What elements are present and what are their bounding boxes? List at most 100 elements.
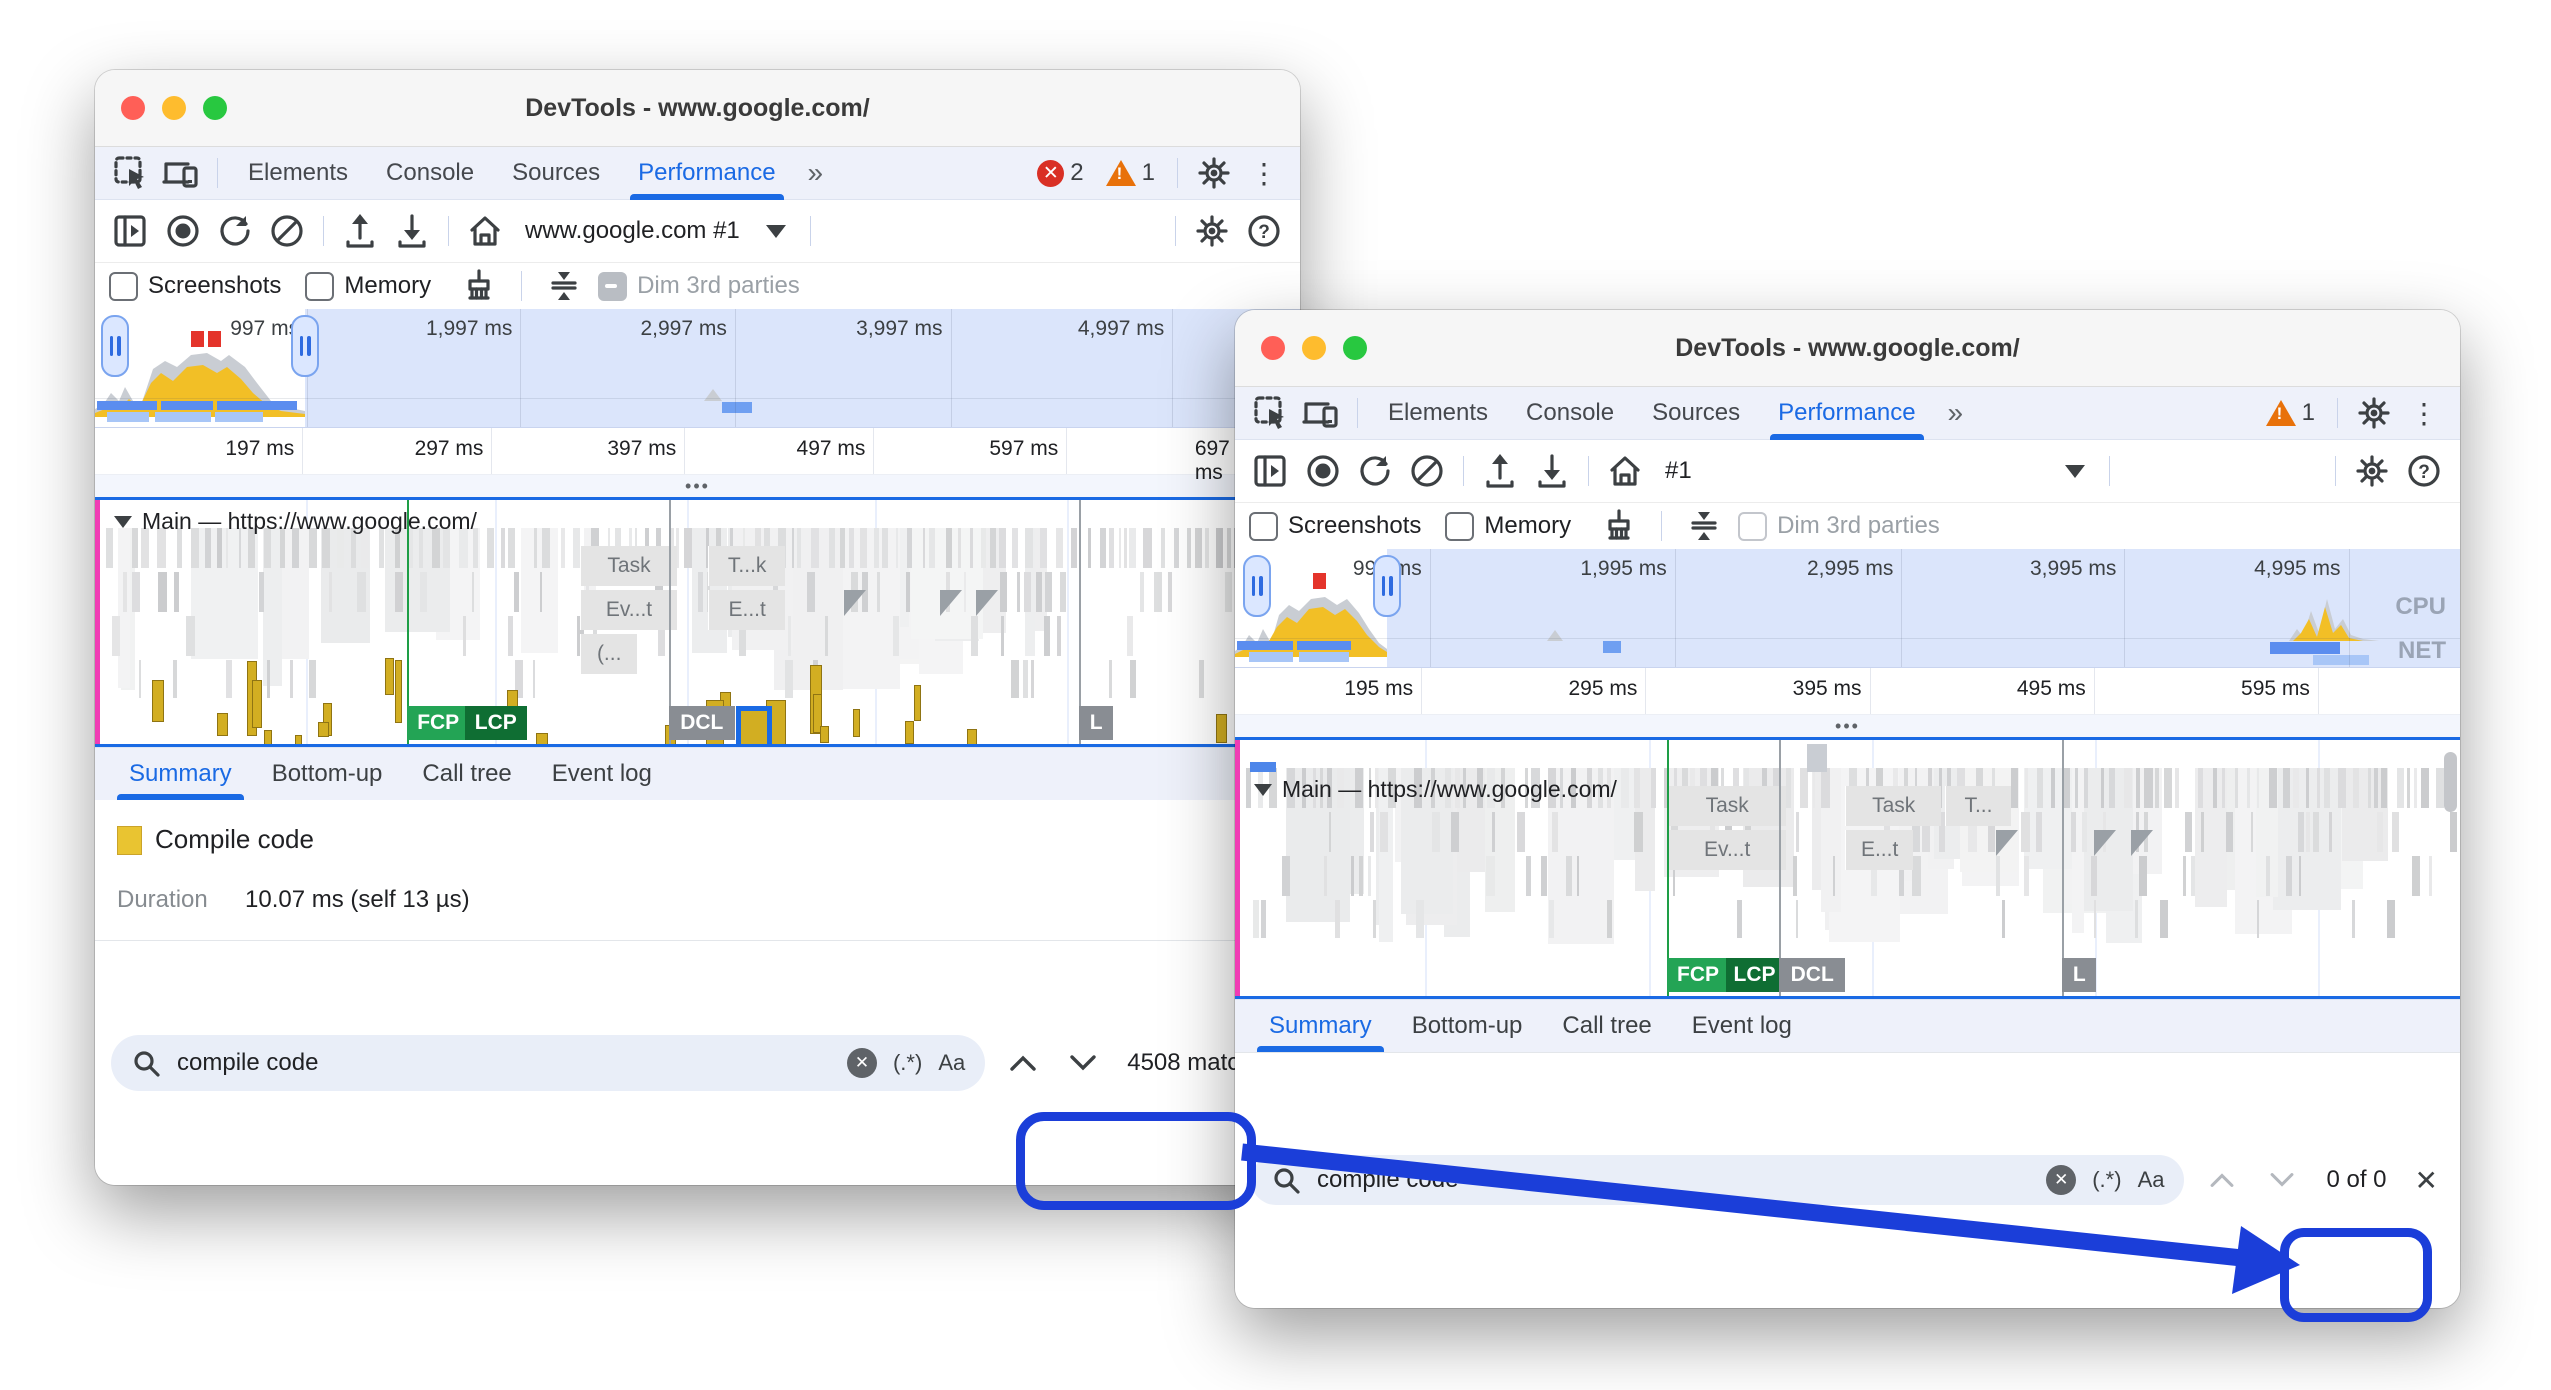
tab-summary[interactable]: Summary	[1253, 1000, 1388, 1052]
close-search-icon[interactable]: ✕	[2409, 1164, 2444, 1197]
match-case-toggle[interactable]: Aa	[2138, 1167, 2165, 1193]
lcp-marker-badge[interactable]: LCP	[465, 706, 527, 740]
zoom-window-button[interactable]	[1343, 336, 1367, 360]
dcl-marker-badge[interactable]: DCL	[669, 706, 735, 740]
tab-sources[interactable]: Sources	[496, 147, 616, 199]
reload-icon[interactable]	[1351, 449, 1399, 493]
flame-task-block[interactable]: Ev...t	[580, 590, 677, 630]
l-marker-badge[interactable]: L	[2062, 958, 2096, 992]
screenshots-checkbox[interactable]	[109, 272, 138, 301]
flame-task-block[interactable]: Ev...t	[1667, 830, 1786, 870]
memory-checkbox[interactable]	[305, 272, 334, 301]
close-window-button[interactable]	[121, 96, 145, 120]
timeline-overview[interactable]: CPU NET 995 ms1,995 ms2,995 ms3,995 ms4,…	[1235, 549, 2460, 668]
device-toolbar-icon[interactable]	[159, 153, 203, 193]
minimize-window-button[interactable]	[162, 96, 186, 120]
time-ruler[interactable]: 195 ms295 ms395 ms495 ms595 ms	[1235, 668, 2460, 715]
dim-3rd-parties-checkbox[interactable]	[598, 272, 627, 301]
timeline-overview[interactable]: 997 ms1,997 ms2,997 ms3,997 ms4,997 ms	[95, 309, 1300, 428]
capture-settings-gear-icon[interactable]	[1188, 209, 1236, 253]
match-case-toggle[interactable]: Aa	[938, 1050, 965, 1076]
lcp-marker-badge[interactable]: LCP	[1726, 958, 1784, 992]
warning-badge[interactable]: ! 1	[1106, 159, 1155, 187]
help-icon[interactable]: ?	[1240, 209, 1288, 253]
garbage-collect-icon[interactable]	[455, 264, 503, 308]
next-match-icon[interactable]	[1061, 1041, 1105, 1085]
zoom-window-button[interactable]	[203, 96, 227, 120]
more-options-icon[interactable]: ⋮	[2402, 397, 2446, 430]
tab-sources[interactable]: Sources	[1636, 387, 1756, 439]
track-resize-handle[interactable]: •••	[1235, 715, 2460, 737]
collapse-tracks-icon[interactable]	[1680, 504, 1728, 548]
selected-search-result-bar[interactable]	[736, 706, 772, 744]
flame-chart[interactable]: Main — https://www.google.com/ Task T...k…	[95, 500, 1300, 744]
l-marker-badge[interactable]: L	[1079, 706, 1113, 740]
overview-left-handle[interactable]	[1243, 555, 1271, 617]
tab-elements[interactable]: Elements	[1372, 387, 1504, 439]
flame-task-block[interactable]: T...	[1945, 786, 2011, 826]
memory-checkbox[interactable]	[1445, 512, 1474, 541]
flame-task-block[interactable]: E...t	[1845, 830, 1913, 870]
previous-match-icon[interactable]	[2200, 1158, 2244, 1202]
toggle-sidebar-icon[interactable]	[107, 209, 155, 253]
tab-call-tree[interactable]: Call tree	[406, 748, 527, 800]
clear-icon[interactable]	[1403, 449, 1451, 493]
search-input[interactable]: compile code ✕ (.*) Aa	[111, 1035, 985, 1091]
tab-bottom-up[interactable]: Bottom-up	[256, 748, 399, 800]
warning-badge[interactable]: ! 1	[2266, 399, 2315, 427]
fcp-marker-badge[interactable]: FCP	[1667, 958, 1729, 992]
more-options-icon[interactable]: ⋮	[1242, 157, 1286, 190]
minimize-window-button[interactable]	[1302, 336, 1326, 360]
previous-match-icon[interactable]	[1001, 1041, 1045, 1085]
settings-gear-icon[interactable]	[2352, 393, 2396, 433]
capture-settings-gear-icon[interactable]	[2348, 449, 2396, 493]
tab-call-tree[interactable]: Call tree	[1546, 1000, 1667, 1052]
settings-gear-icon[interactable]	[1192, 153, 1236, 193]
overview-right-handle[interactable]	[291, 315, 319, 377]
clear-icon[interactable]	[263, 209, 311, 253]
flame-chart[interactable]: Main — https://www.google.com/ TaskTaskT…	[1235, 740, 2460, 996]
vertical-scrollbar[interactable]	[2444, 752, 2457, 812]
tab-summary[interactable]: Summary	[113, 748, 248, 800]
tab-console[interactable]: Console	[370, 147, 490, 199]
home-icon[interactable]	[461, 209, 509, 253]
history-dropdown[interactable]: #1	[1653, 457, 2097, 485]
upload-profile-icon[interactable]	[1476, 449, 1524, 493]
screenshots-checkbox[interactable]	[1249, 512, 1278, 541]
download-profile-icon[interactable]	[388, 209, 436, 253]
tab-console[interactable]: Console	[1510, 387, 1630, 439]
record-icon[interactable]	[1299, 449, 1347, 493]
more-tabs-icon[interactable]: »	[1938, 397, 1974, 429]
title-bar[interactable]: DevTools - www.google.com/	[95, 70, 1300, 147]
inspect-element-icon[interactable]	[1249, 393, 1293, 433]
regex-toggle[interactable]: (.*)	[2092, 1167, 2121, 1193]
dcl-marker-badge[interactable]: DCL	[1779, 958, 1845, 992]
title-bar[interactable]: DevTools - www.google.com/	[1235, 310, 2460, 387]
flame-task-block[interactable]: T...k	[708, 546, 785, 586]
tab-performance[interactable]: Performance	[622, 147, 791, 199]
flame-task-block[interactable]: Task	[1845, 786, 1941, 826]
search-input[interactable]: compile code ✕ (.*) Aa	[1251, 1155, 2184, 1205]
flame-task-block[interactable]: (...	[580, 634, 637, 674]
tab-performance[interactable]: Performance	[1762, 387, 1931, 439]
clear-search-icon[interactable]: ✕	[2046, 1165, 2076, 1195]
close-window-button[interactable]	[1261, 336, 1285, 360]
flame-task-block[interactable]: Task	[580, 546, 677, 586]
next-match-icon[interactable]	[2260, 1158, 2304, 1202]
error-badge[interactable]: ✕ 2	[1037, 159, 1083, 187]
device-toolbar-icon[interactable]	[1299, 393, 1343, 433]
main-track-header[interactable]: Main — https://www.google.com/	[1254, 776, 1617, 803]
flame-task-block[interactable]: E...t	[708, 590, 785, 630]
home-icon[interactable]	[1601, 449, 1649, 493]
tab-event-log[interactable]: Event log	[1676, 1000, 1808, 1052]
more-tabs-icon[interactable]: »	[798, 157, 834, 189]
record-icon[interactable]	[159, 209, 207, 253]
fcp-marker-badge[interactable]: FCP	[407, 706, 469, 740]
history-dropdown[interactable]: www.google.com #1	[513, 217, 798, 245]
time-ruler[interactable]: 197 ms297 ms397 ms497 ms597 ms697 ms	[95, 428, 1300, 475]
reload-icon[interactable]	[211, 209, 259, 253]
main-track-header[interactable]: Main — https://www.google.com/	[114, 508, 477, 535]
dim-3rd-parties-checkbox[interactable]	[1738, 512, 1767, 541]
overview-left-handle[interactable]	[101, 315, 129, 377]
tab-bottom-up[interactable]: Bottom-up	[1396, 1000, 1539, 1052]
